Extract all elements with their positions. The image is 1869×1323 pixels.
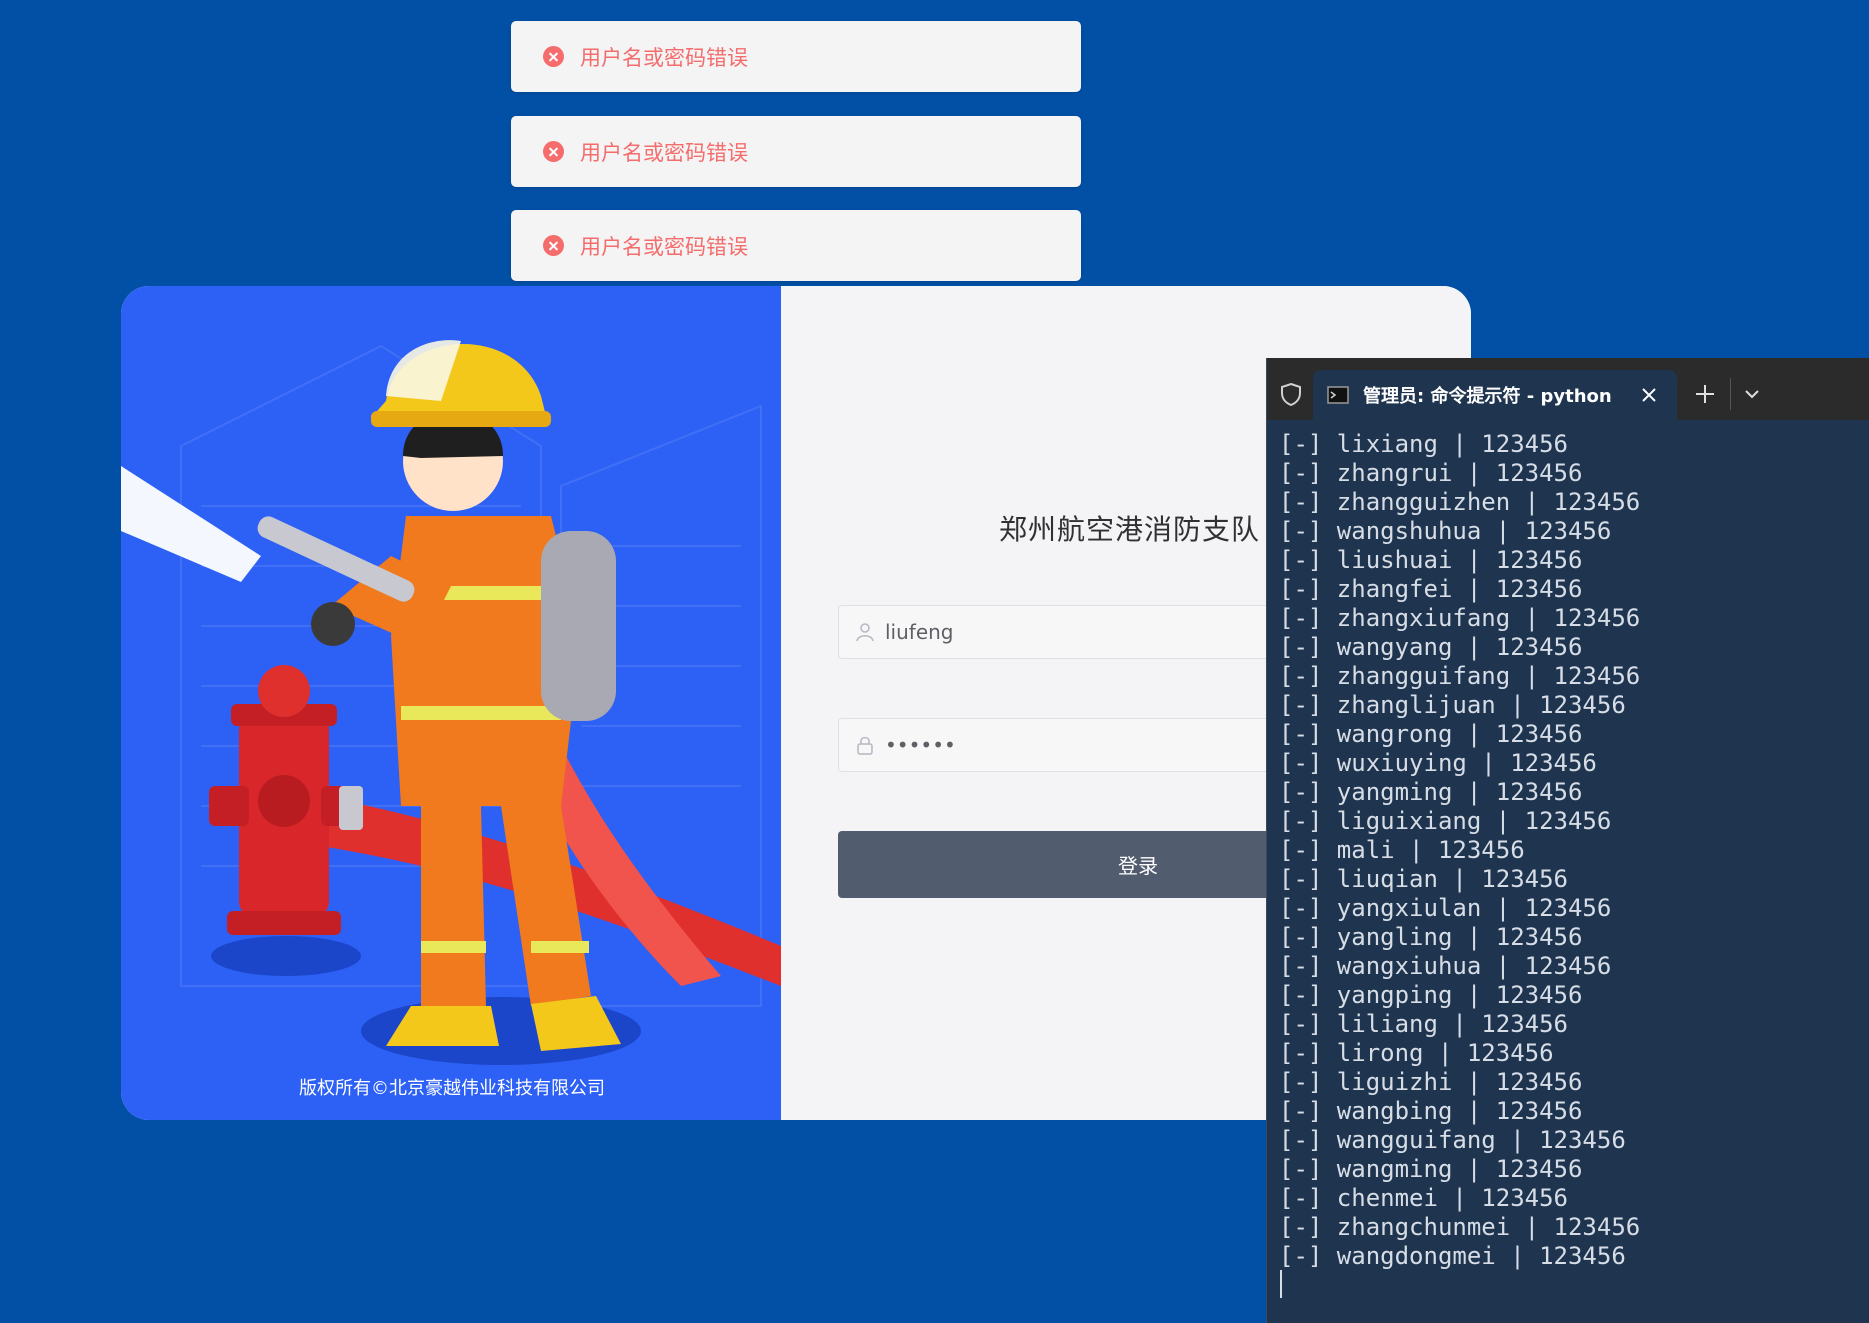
- terminal-line: [-] wangguifang | 123456: [1279, 1126, 1626, 1154]
- password-input[interactable]: ••••••: [885, 733, 956, 757]
- tab-divider: [1730, 378, 1731, 410]
- toast-message: 用户名或密码错误: [580, 234, 748, 259]
- terminal-line: [-] zhangguizhen | 123456: [1279, 488, 1641, 516]
- terminal-line: [-] liguixiang | 123456: [1279, 807, 1612, 835]
- error-circle-icon: [543, 235, 564, 256]
- terminal-line: [-] wangming | 123456: [1279, 1155, 1583, 1183]
- terminal-line: [-] liguizhi | 123456: [1279, 1068, 1583, 1096]
- terminal-line: [-] chenmei | 123456: [1279, 1184, 1568, 1212]
- close-icon[interactable]: [1641, 387, 1657, 403]
- terminal-tab[interactable]: 管理员: 命令提示符 - python c: [1313, 370, 1677, 420]
- firefighter-illustration-panel: 版权所有©北京豪越伟业科技有限公司: [121, 286, 781, 1120]
- error-toast: 用户名或密码错误: [511, 21, 1081, 92]
- toast-message: 用户名或密码错误: [580, 45, 748, 70]
- terminal-line: [-] liushuai | 123456: [1279, 546, 1583, 574]
- terminal-line: [-] liuqian | 123456: [1279, 865, 1568, 893]
- terminal-line: [-] liliang | 123456: [1279, 1010, 1568, 1038]
- terminal-cursor: [1280, 1270, 1282, 1298]
- copyright-text: 版权所有©北京豪越伟业科技有限公司: [299, 1078, 605, 1099]
- new-tab-icon[interactable]: [1695, 384, 1715, 404]
- terminal-line: [-] zhangguifang | 123456: [1279, 662, 1641, 690]
- terminal-line: [-] wangrong | 123456: [1279, 720, 1583, 748]
- error-toast: 用户名或密码错误: [511, 210, 1081, 281]
- terminal-line: [-] zhangrui | 123456: [1279, 459, 1583, 487]
- terminal-line: [-] mali | 123456: [1279, 836, 1525, 864]
- terminal-line: [-] wangbing | 123456: [1279, 1097, 1583, 1125]
- terminal-line: [-] yangxiulan | 123456: [1279, 894, 1612, 922]
- user-icon: [856, 623, 874, 642]
- terminal-line: [-] wangdongmei | 123456: [1279, 1242, 1626, 1270]
- error-circle-icon: [543, 46, 564, 67]
- cmd-icon: [1327, 386, 1349, 404]
- lock-icon: [857, 736, 873, 755]
- terminal-line: [-] yangming | 123456: [1279, 778, 1583, 806]
- terminal-line: [-] lirong | 123456: [1279, 1039, 1554, 1067]
- firefighter-illustration: [121, 340, 781, 1065]
- terminal-line: [-] zhangfei | 123456: [1279, 575, 1583, 603]
- terminal-line: [-] lixiang | 123456: [1279, 430, 1568, 458]
- terminal-line: [-] wangxiuhua | 123456: [1279, 952, 1612, 980]
- terminal-line: [-] zhanglijuan | 123456: [1279, 691, 1626, 719]
- error-circle-icon: [543, 141, 564, 162]
- terminal-line: [-] zhangxiufang | 123456: [1279, 604, 1641, 632]
- terminal-line: [-] zhangchunmei | 123456: [1279, 1213, 1641, 1241]
- terminal-tab-title: 管理员: 命令提示符 - python c: [1363, 386, 1613, 407]
- error-toast: 用户名或密码错误: [511, 116, 1081, 187]
- terminal-line: [-] wuxiuying | 123456: [1279, 749, 1597, 777]
- terminal-window: 管理员: 命令提示符 - python c [-] lixiang | 1234…: [1266, 358, 1869, 1323]
- chevron-down-icon[interactable]: [1744, 388, 1760, 400]
- terminal-line: [-] yangling | 123456: [1279, 923, 1583, 951]
- shield-icon: [1281, 382, 1301, 406]
- terminal-output: [-] lixiang | 123456 [-] zhangrui | 12345…: [1279, 430, 1640, 1271]
- terminal-line: [-] wangshuhua | 123456: [1279, 517, 1612, 545]
- terminal-line: [-] wangyang | 123456: [1279, 633, 1583, 661]
- username-input[interactable]: liufeng: [885, 620, 954, 644]
- terminal-titlebar: 管理员: 命令提示符 - python c: [1267, 358, 1869, 420]
- terminal-line: [-] yangping | 123456: [1279, 981, 1583, 1009]
- toast-message: 用户名或密码错误: [580, 140, 748, 165]
